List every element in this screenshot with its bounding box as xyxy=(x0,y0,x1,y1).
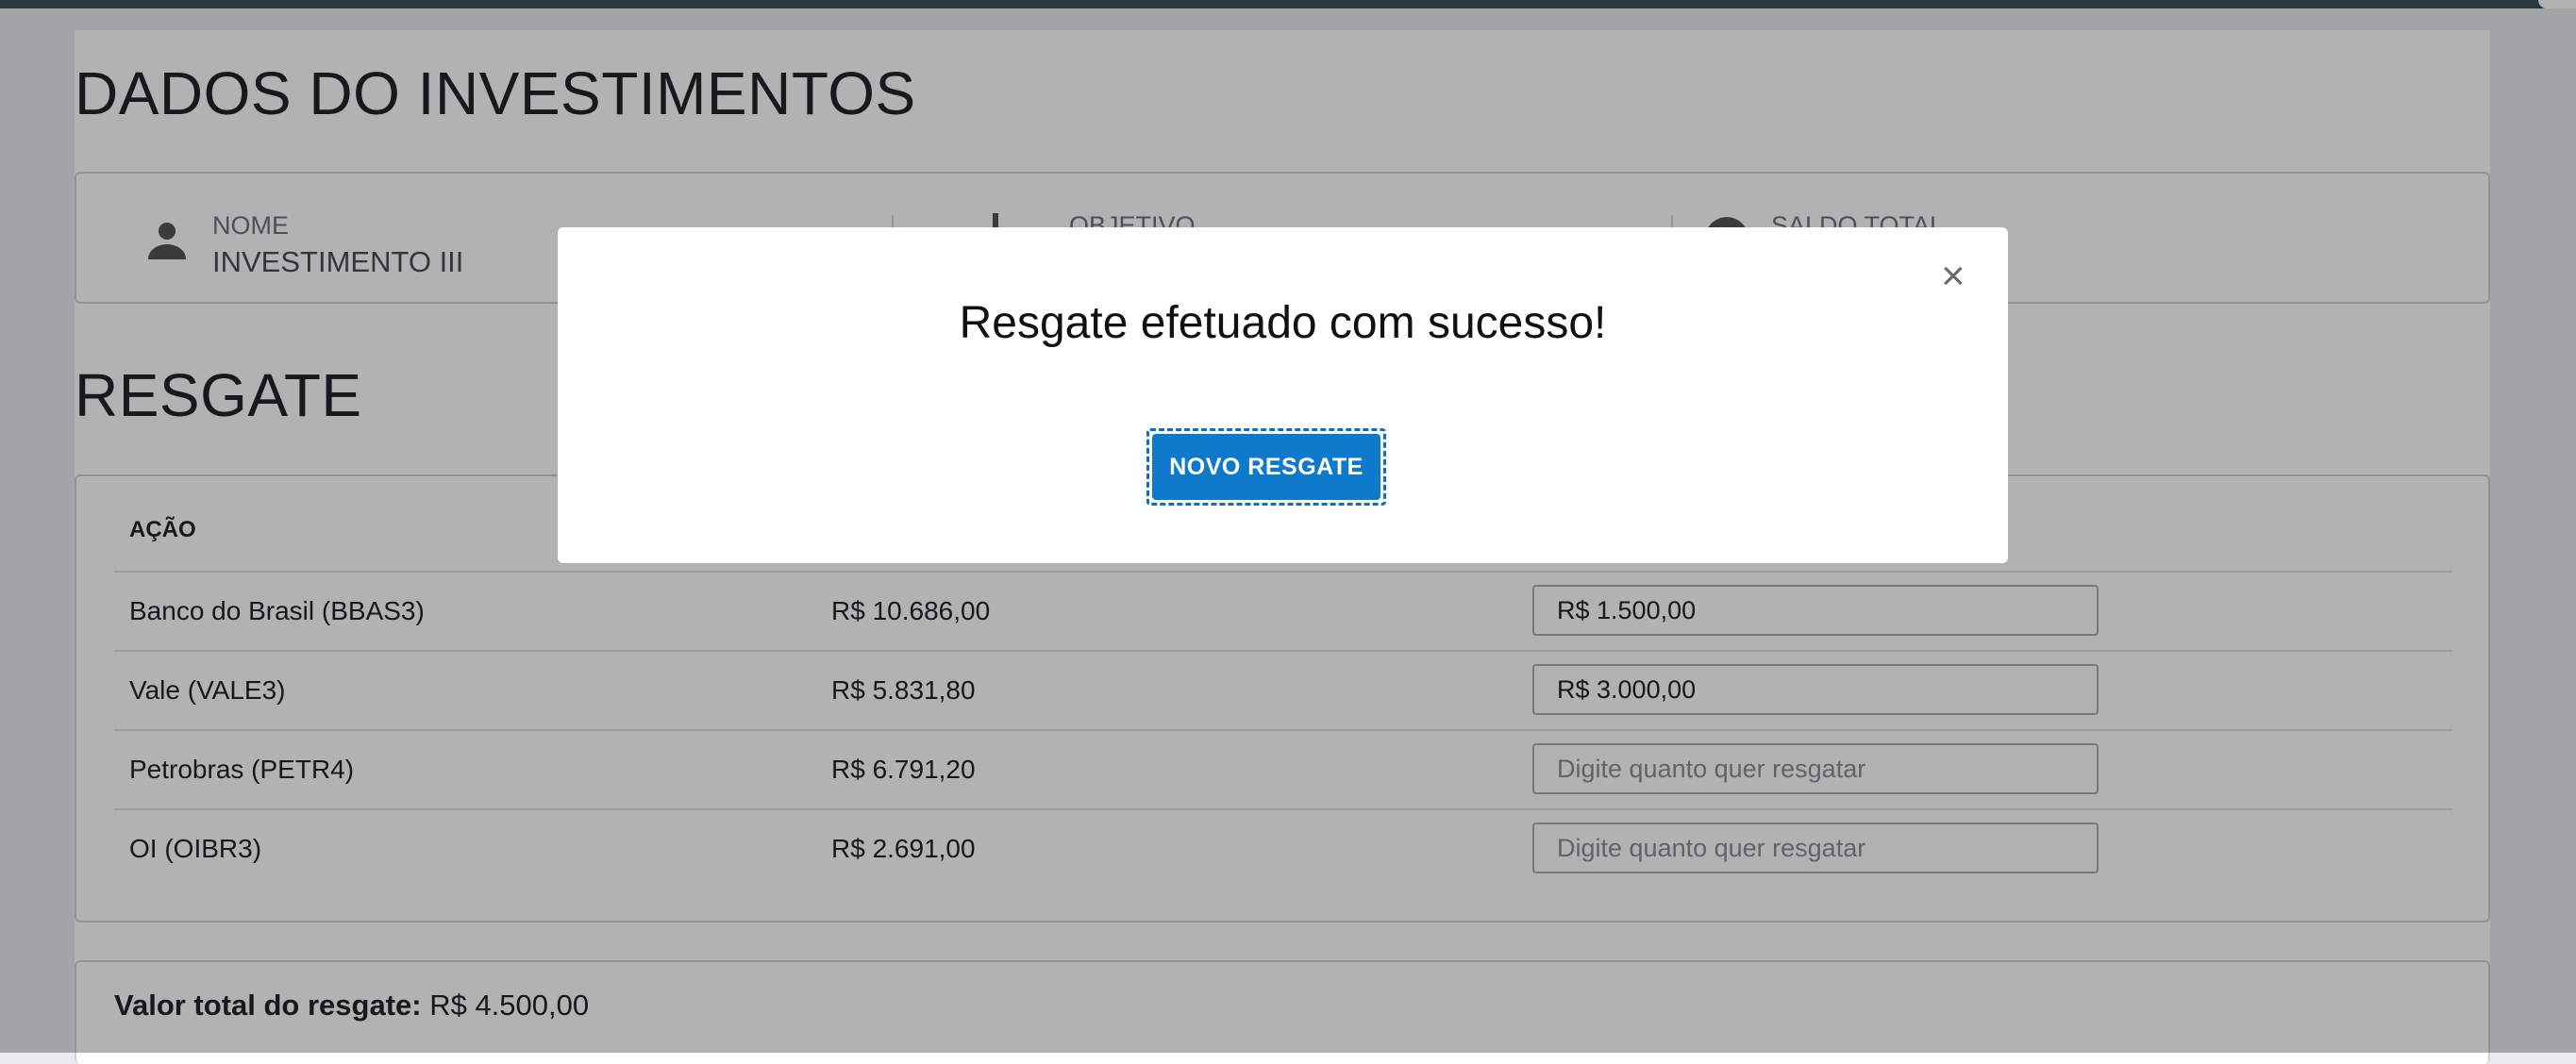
novo-resgate-button[interactable]: NOVO RESGATE xyxy=(1152,434,1380,500)
close-icon[interactable]: × xyxy=(1941,256,1965,297)
success-modal: × Resgate efetuado com sucesso! NOVO RES… xyxy=(558,227,2008,563)
modal-message: Resgate efetuado com sucesso! xyxy=(959,298,1607,348)
